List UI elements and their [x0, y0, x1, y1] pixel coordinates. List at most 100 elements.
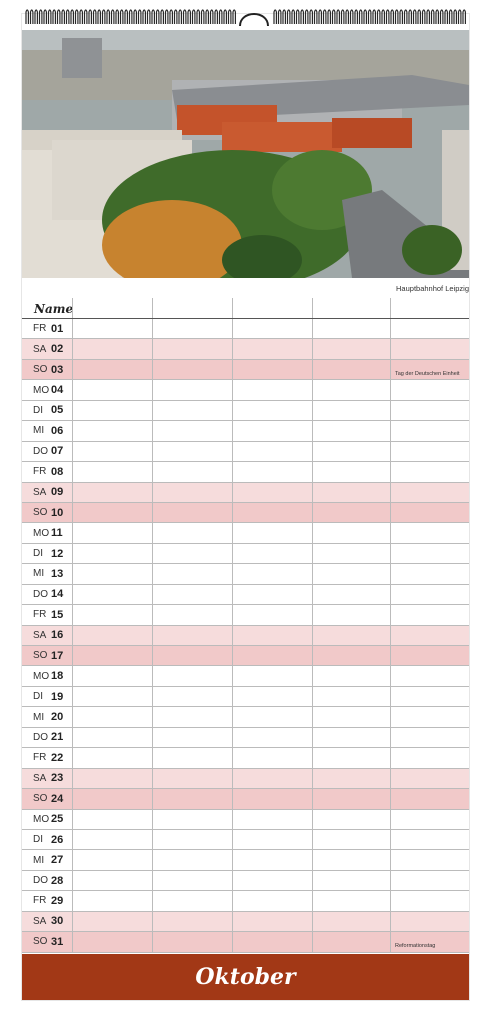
entry-cell[interactable] — [390, 891, 469, 911]
entry-cell[interactable] — [72, 707, 152, 727]
entry-cell[interactable] — [390, 646, 469, 666]
entry-cell[interactable] — [152, 543, 232, 564]
entry-cell[interactable] — [232, 400, 312, 421]
entry-cell[interactable] — [232, 482, 312, 502]
entry-cell[interactable] — [232, 748, 312, 768]
entry-cell[interactable] — [72, 543, 152, 564]
entry-cell[interactable] — [232, 789, 312, 809]
entry-cell[interactable] — [312, 359, 390, 380]
entry-cell[interactable] — [72, 482, 152, 502]
entry-cell[interactable] — [312, 809, 390, 829]
entry-cell[interactable] — [312, 789, 390, 809]
entry-cell[interactable] — [152, 891, 232, 911]
entry-cell[interactable] — [312, 748, 390, 768]
entry-cell[interactable] — [390, 482, 469, 502]
entry-cell[interactable] — [312, 829, 390, 850]
entry-cell[interactable] — [390, 870, 469, 891]
entry-cell[interactable] — [390, 319, 469, 339]
entry-cell[interactable] — [232, 625, 312, 645]
entry-cell[interactable] — [152, 502, 232, 523]
entry-cell[interactable] — [232, 584, 312, 605]
entry-cell[interactable] — [152, 462, 232, 482]
entry-cell[interactable] — [232, 523, 312, 543]
entry-cell[interactable] — [152, 809, 232, 829]
entry-cell[interactable] — [232, 359, 312, 380]
name-column-2[interactable] — [152, 298, 232, 318]
entry-cell[interactable] — [152, 339, 232, 359]
entry-cell[interactable] — [390, 543, 469, 564]
entry-cell[interactable] — [72, 932, 152, 952]
entry-cell[interactable] — [312, 421, 390, 441]
name-column-3[interactable] — [232, 298, 312, 318]
entry-cell[interactable] — [72, 584, 152, 605]
entry-cell[interactable] — [390, 502, 469, 523]
entry-cell[interactable] — [390, 686, 469, 707]
entry-cell[interactable] — [232, 829, 312, 850]
entry-cell[interactable] — [390, 421, 469, 441]
entry-cell[interactable] — [152, 748, 232, 768]
entry-cell[interactable] — [72, 789, 152, 809]
entry-cell[interactable] — [152, 584, 232, 605]
entry-cell[interactable] — [72, 748, 152, 768]
entry-cell[interactable] — [390, 707, 469, 727]
entry-cell[interactable] — [72, 891, 152, 911]
entry-cell[interactable] — [72, 727, 152, 748]
entry-cell[interactable] — [390, 829, 469, 850]
entry-cell[interactable] — [312, 686, 390, 707]
entry-cell[interactable] — [232, 543, 312, 564]
entry-cell[interactable] — [390, 441, 469, 462]
entry-cell[interactable] — [390, 768, 469, 789]
entry-cell[interactable] — [390, 666, 469, 686]
entry-cell[interactable] — [72, 850, 152, 870]
entry-cell[interactable] — [152, 686, 232, 707]
entry-cell[interactable] — [390, 911, 469, 932]
entry-cell[interactable] — [72, 421, 152, 441]
entry-cell[interactable] — [72, 564, 152, 584]
entry-cell[interactable] — [312, 543, 390, 564]
entry-cell[interactable] — [390, 400, 469, 421]
entry-cell[interactable] — [72, 359, 152, 380]
entry-cell[interactable] — [312, 768, 390, 789]
entry-cell[interactable] — [72, 768, 152, 789]
entry-cell[interactable] — [312, 339, 390, 359]
entry-cell[interactable] — [390, 789, 469, 809]
entry-cell[interactable] — [312, 727, 390, 748]
entry-cell[interactable] — [232, 686, 312, 707]
entry-cell[interactable] — [152, 911, 232, 932]
entry-cell[interactable] — [72, 502, 152, 523]
entry-cell[interactable] — [232, 707, 312, 727]
entry-cell[interactable] — [72, 829, 152, 850]
entry-cell[interactable] — [152, 523, 232, 543]
entry-cell[interactable] — [312, 707, 390, 727]
entry-cell[interactable] — [390, 380, 469, 400]
entry-cell[interactable] — [232, 870, 312, 891]
name-column-1[interactable] — [72, 298, 152, 318]
entry-cell[interactable] — [152, 829, 232, 850]
entry-cell[interactable] — [152, 380, 232, 400]
entry-cell[interactable] — [390, 809, 469, 829]
entry-cell[interactable] — [72, 911, 152, 932]
entry-cell[interactable] — [72, 646, 152, 666]
entry-cell[interactable] — [232, 891, 312, 911]
entry-cell[interactable] — [232, 380, 312, 400]
entry-cell[interactable] — [312, 441, 390, 462]
entry-cell[interactable] — [312, 319, 390, 339]
entry-cell[interactable] — [390, 339, 469, 359]
entry-cell[interactable] — [232, 441, 312, 462]
entry-cell[interactable] — [72, 523, 152, 543]
entry-cell[interactable] — [390, 564, 469, 584]
entry-cell[interactable] — [72, 319, 152, 339]
entry-cell[interactable] — [72, 605, 152, 625]
entry-cell[interactable] — [72, 339, 152, 359]
entry-cell[interactable] — [232, 932, 312, 952]
entry-cell[interactable] — [312, 523, 390, 543]
entry-cell[interactable]: Tag der Deutschen Einheit — [390, 359, 469, 380]
entry-cell[interactable] — [390, 850, 469, 870]
entry-cell[interactable] — [312, 646, 390, 666]
entry-cell[interactable] — [232, 850, 312, 870]
entry-cell[interactable] — [72, 441, 152, 462]
entry-cell[interactable] — [390, 605, 469, 625]
entry-cell[interactable] — [152, 319, 232, 339]
entry-cell[interactable] — [312, 482, 390, 502]
entry-cell[interactable] — [72, 462, 152, 482]
